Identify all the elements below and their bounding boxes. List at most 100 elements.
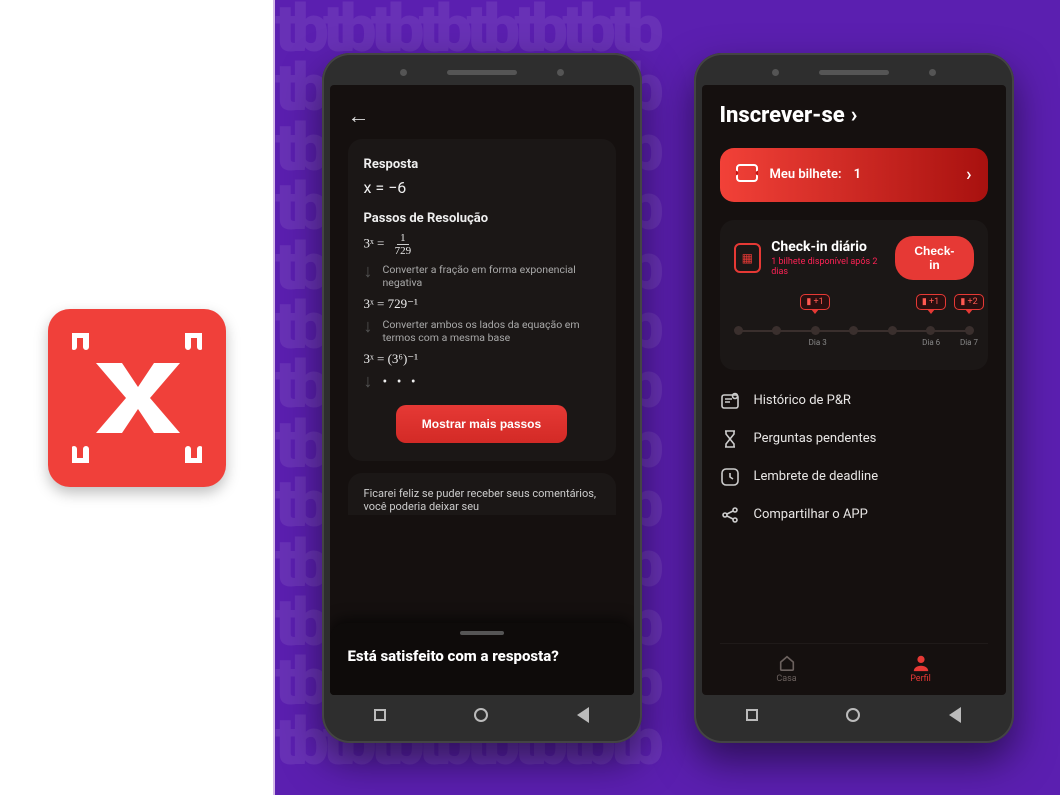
home-icon	[778, 654, 796, 672]
step1-math: 3ˣ = 1 729	[364, 232, 600, 257]
answer-card: Resposta x = −6 Passos de Resolução 3ˣ =…	[348, 139, 616, 462]
screen-solution: ← Resposta x = −6 Passos de Resolução 3ˣ…	[330, 85, 634, 695]
clock-icon	[720, 468, 740, 486]
menu-label: Perguntas pendentes	[754, 431, 877, 446]
screen-profile: Inscrever-se › Meu bilhete: 1 › ▦ Che	[702, 85, 1006, 695]
bonus-day7: ▮ +2	[954, 294, 984, 310]
step-ellipsis-row: ↓ • • •	[364, 373, 600, 391]
history-icon	[720, 392, 740, 410]
checkin-title: Check-in diário	[771, 239, 885, 255]
speaker-icon	[447, 70, 517, 75]
ticket-icon	[736, 164, 758, 186]
sensor-dot-icon	[557, 69, 564, 76]
tab-home[interactable]: Casa	[720, 644, 854, 695]
frac-num: 1	[397, 232, 409, 245]
android-nav-bar	[702, 695, 1006, 735]
checkin-progress: ▮ +1 ▮ +1 ▮ +2	[734, 300, 974, 350]
menu-list: Histórico de P&R Perguntas pendentes Lem…	[720, 392, 988, 524]
day-labels: Dia 3 Dia 6 Dia 7	[734, 338, 974, 347]
progress-dot	[926, 326, 935, 335]
calendar-icon: ▦	[734, 243, 762, 273]
steps-heading: Passos de Resolução	[364, 211, 600, 226]
home-button-icon[interactable]	[846, 708, 860, 722]
speaker-icon	[819, 70, 889, 75]
ellipsis-icon: • • •	[383, 373, 419, 391]
x-logo-icon	[72, 333, 202, 463]
ticket-count: 1	[854, 167, 861, 182]
bonus-day6: ▮ +1	[916, 294, 946, 310]
checkin-text-block: Check-in diário 1 bilhete disponível apó…	[771, 239, 885, 277]
checkin-button[interactable]: Check-in	[895, 236, 973, 280]
progress-dots	[734, 326, 974, 335]
share-icon	[720, 506, 740, 524]
back-button-icon[interactable]	[577, 707, 589, 723]
step2-note: Converter ambos os lados da equação em t…	[383, 318, 600, 345]
android-nav-bar	[330, 695, 634, 735]
back-button[interactable]: ←	[348, 99, 616, 139]
progress-dot	[888, 326, 897, 335]
phone-mockup-2: Inscrever-se › Meu bilhete: 1 › ▦ Che	[694, 53, 1014, 743]
phone-top-hardware	[330, 61, 634, 85]
sheet-title: Está satisfeito com a resposta?	[348, 647, 616, 665]
label-day7: Dia 7	[960, 338, 969, 347]
progress-dot	[811, 326, 820, 335]
step1-note-row: ↓ Converter a fração em forma exponencia…	[364, 263, 600, 290]
sensor-dot-icon	[929, 69, 936, 76]
down-arrow-icon: ↓	[364, 318, 373, 336]
menu-item-deadline[interactable]: Lembrete de deadline	[720, 468, 988, 486]
progress-dot	[772, 326, 781, 335]
progress-dot	[965, 326, 974, 335]
fraction-icon: 1 729	[392, 232, 415, 257]
menu-item-history[interactable]: Histórico de P&R	[720, 392, 988, 410]
menu-label: Lembrete de deadline	[754, 469, 879, 484]
bonus-day3: ▮ +1	[800, 294, 830, 310]
app-icon	[48, 309, 226, 487]
menu-item-share[interactable]: Compartilhar o APP	[720, 506, 988, 524]
back-button-icon[interactable]	[949, 707, 961, 723]
ticket-label: Meu bilhete:	[770, 167, 842, 182]
grab-handle-icon[interactable]	[460, 631, 504, 635]
hourglass-icon	[720, 430, 740, 448]
answer-equation: x = −6	[364, 178, 600, 197]
satisfaction-sheet[interactable]: Está satisfeito com a resposta?	[330, 623, 634, 695]
ticket-banner[interactable]: Meu bilhete: 1 ›	[720, 148, 988, 202]
profile-icon	[912, 654, 930, 672]
showcase-panel: tbtbtbtbtbtbtbtb tbtbtbtbtbtbtbtb tbtbtb…	[275, 0, 1060, 795]
recents-button-icon[interactable]	[746, 709, 758, 721]
progress-dot	[849, 326, 858, 335]
answer-heading: Resposta	[364, 157, 600, 172]
step3-math: 3ˣ = (3⁶)⁻¹	[364, 351, 600, 367]
tab-label: Casa	[776, 674, 796, 684]
progress-dot	[734, 326, 743, 335]
checkin-head-row: ▦ Check-in diário 1 bilhete disponível a…	[734, 236, 974, 280]
home-button-icon[interactable]	[474, 708, 488, 722]
signup-title-text: Inscrever-se	[720, 103, 845, 128]
down-arrow-icon: ↓	[364, 373, 373, 391]
signup-header[interactable]: Inscrever-se ›	[720, 103, 988, 128]
chevron-right-icon: ›	[966, 164, 971, 185]
camera-dot-icon	[772, 69, 779, 76]
frac-den: 729	[392, 245, 415, 257]
step2-math: 3ˣ = 729⁻¹	[364, 296, 600, 312]
feedback-text: Ficarei feliz se puder receber seus come…	[364, 487, 600, 513]
tab-profile[interactable]: Perfil	[854, 644, 988, 695]
label-day6: Dia 6	[922, 338, 931, 347]
chevron-right-icon: ›	[851, 103, 858, 128]
label-day3: Dia 3	[809, 338, 818, 347]
tab-label: Perfil	[910, 674, 931, 684]
checkin-card: ▦ Check-in diário 1 bilhete disponível a…	[720, 220, 988, 370]
left-panel	[0, 0, 275, 795]
bottom-tab-bar: Casa Perfil	[720, 643, 988, 695]
phone-mockup-1: ← Resposta x = −6 Passos de Resolução 3ˣ…	[322, 53, 642, 743]
menu-label: Histórico de P&R	[754, 393, 851, 408]
step2-note-row: ↓ Converter ambos os lados da equação em…	[364, 318, 600, 345]
step1-math-lhs: 3ˣ =	[364, 235, 385, 250]
feedback-card: Ficarei feliz se puder receber seus come…	[348, 473, 616, 515]
menu-item-pending[interactable]: Perguntas pendentes	[720, 430, 988, 448]
show-more-steps-button[interactable]: Mostrar mais passos	[396, 405, 567, 443]
phone-top-hardware	[702, 61, 1006, 85]
recents-button-icon[interactable]	[374, 709, 386, 721]
camera-dot-icon	[400, 69, 407, 76]
down-arrow-icon: ↓	[364, 263, 373, 281]
menu-label: Compartilhar o APP	[754, 507, 868, 522]
